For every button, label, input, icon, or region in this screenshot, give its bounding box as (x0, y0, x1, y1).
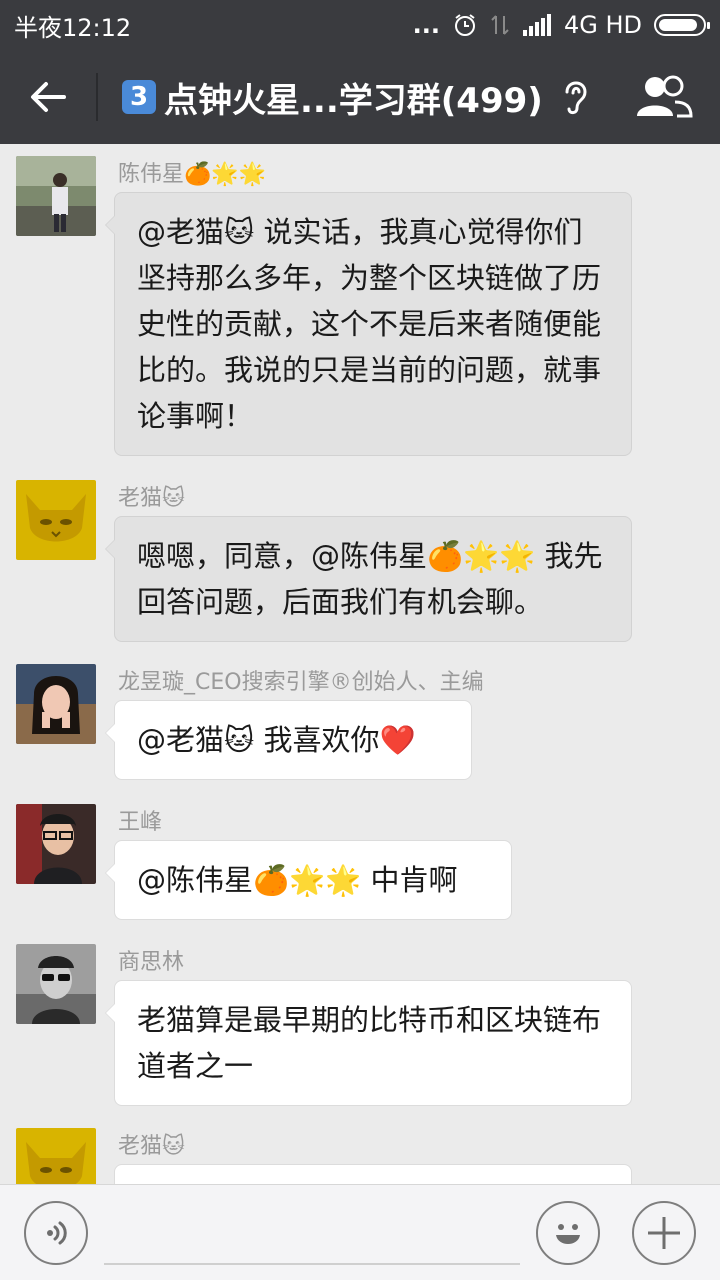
message-bubble[interactable]: 嗯嗯，同意，@陈伟星🍊🌟🌟 我先回答问题，后面我们有机会聊。 (105, 516, 632, 642)
sender-name: 老猫🐱 (118, 486, 185, 511)
chat-input-bar (0, 1184, 720, 1280)
sender-name: 老猫🐱 (118, 1134, 185, 1159)
battery-level (659, 19, 697, 31)
group-members-icon (637, 75, 693, 118)
battery-icon (654, 14, 710, 36)
earpiece-mode-button[interactable] (552, 72, 600, 120)
avatar[interactable] (16, 480, 96, 560)
header-divider (96, 73, 98, 121)
chat-message: 商思林 老猫算是最早期的比特币和区块链布道者之一 (0, 932, 720, 1112)
chat-header: 3 点钟火星...学习群(499) (0, 50, 720, 144)
status-icons: ... 4G HD (412, 11, 710, 39)
chat-message: 龙昱璇_CEO搜索引擎®创始人、主编 @老猫🐱 我喜欢你❤️ (0, 652, 720, 792)
group-number-badge: 3 (122, 80, 156, 114)
back-button[interactable] (0, 50, 96, 144)
message-bubble[interactable] (114, 1164, 632, 1184)
chat-title: 3 点钟火星...学习群(499) (122, 73, 543, 122)
signal-icon (522, 13, 552, 37)
message-bubble[interactable]: @陈伟星🍊🌟🌟 中肯啊 (105, 840, 512, 920)
plus-icon (648, 1217, 680, 1249)
avatar[interactable] (16, 1128, 96, 1184)
back-arrow-icon (31, 82, 66, 112)
emoji-icon (556, 1224, 580, 1244)
sender-name: 龙昱璇_CEO搜索引擎®创始人、主编 (118, 670, 484, 695)
status-dots: ... (412, 11, 440, 39)
chat-message: 老猫🐱 (0, 1116, 720, 1184)
sender-name: 商思林 (118, 950, 185, 975)
chat-message: 陈伟星🍊🌟🌟 @老猫🐱 说实话，我真心觉得你们坚持那么多年，为整个区块链做了历史… (0, 144, 720, 464)
sender-name: 陈伟星🍊🌟🌟 (118, 162, 267, 187)
status-time: 半夜12:12 (14, 13, 132, 42)
message-input[interactable] (104, 1195, 520, 1265)
sender-name: 王峰 (118, 810, 163, 835)
voice-input-button[interactable] (24, 1201, 88, 1265)
avatar[interactable] (16, 156, 96, 236)
avatar[interactable] (16, 804, 96, 884)
voice-icon (47, 1221, 67, 1245)
status-bar: 半夜12:12 ... 4G HD (0, 0, 720, 50)
data-arrows-icon (490, 12, 510, 38)
chat-message: 老猫🐱 嗯嗯，同意，@陈伟星🍊🌟🌟 我先回答问题，后面我们有机会聊。 (0, 468, 720, 648)
group-name: 点钟火星...学习群(499) (164, 80, 543, 121)
message-bubble[interactable]: 老猫算是最早期的比特币和区块链布道者之一 (105, 980, 632, 1106)
message-bubble[interactable]: @老猫🐱 说实话，我真心觉得你们坚持那么多年，为整个区块链做了历史性的贡献，这个… (105, 192, 632, 456)
ear-icon (565, 81, 587, 115)
network-label: 4G HD (563, 11, 642, 39)
avatar[interactable] (16, 664, 96, 744)
alarm-icon (452, 12, 478, 38)
group-members-button[interactable] (632, 70, 696, 122)
chat-message-list[interactable]: 陈伟星🍊🌟🌟 @老猫🐱 说实话，我真心觉得你们坚持那么多年，为整个区块链做了历史… (0, 144, 720, 1184)
avatar[interactable] (16, 944, 96, 1024)
chat-message: 王峰 @陈伟星🍊🌟🌟 中肯啊 (0, 792, 720, 932)
emoji-button[interactable] (536, 1201, 600, 1265)
message-bubble[interactable]: @老猫🐱 我喜欢你❤️ (105, 700, 472, 780)
more-actions-button[interactable] (632, 1201, 696, 1265)
